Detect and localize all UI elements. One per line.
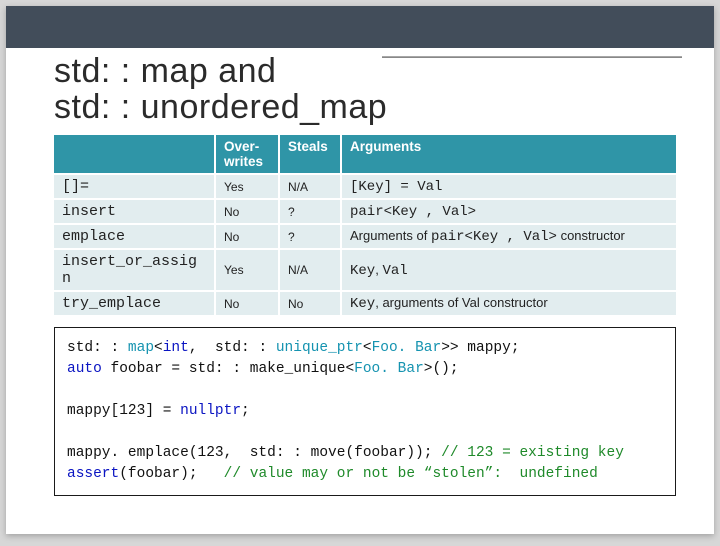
cell-op: insert_or_assig n: [54, 250, 214, 290]
col-args: Arguments: [342, 135, 676, 173]
cell-steals: N/A: [280, 175, 340, 198]
header-rule: [382, 56, 682, 58]
title-line-1: std: : map and: [54, 52, 276, 90]
cell-steals: No: [280, 292, 340, 315]
table-row: insertNo?pair<Key , Val>: [54, 200, 676, 223]
cell-op: emplace: [54, 225, 214, 248]
cell-args: Key, Val: [342, 250, 676, 290]
table-row: []=YesN/A [Key] = Val: [54, 175, 676, 198]
col-steals: Steals: [280, 135, 340, 173]
cell-op: insert: [54, 200, 214, 223]
table-row: insert_or_assig nYesN/AKey, Val: [54, 250, 676, 290]
cell-over: No: [216, 292, 278, 315]
table-row: emplaceNo?Arguments of pair<Key , Val> c…: [54, 225, 676, 248]
cell-args: Arguments of pair<Key , Val> constructor: [342, 225, 676, 248]
cell-op: try_emplace: [54, 292, 214, 315]
code-sample: std: : map<int, std: : unique_ptr<Foo. B…: [54, 327, 676, 496]
cell-args: pair<Key , Val>: [342, 200, 676, 223]
col-over: Over- writes: [216, 135, 278, 173]
title-line-2: std: : unordered_map: [54, 88, 387, 126]
cell-op: []=: [54, 175, 214, 198]
content-area: Over- writes Steals Arguments []=YesN/A …: [6, 133, 714, 496]
table-header-row: Over- writes Steals Arguments: [54, 135, 676, 173]
table-row: try_emplaceNoNoKey, arguments of Val con…: [54, 292, 676, 315]
comparison-table: Over- writes Steals Arguments []=YesN/A …: [52, 133, 678, 317]
cell-over: Yes: [216, 175, 278, 198]
header-bar: [6, 6, 714, 48]
cell-steals: ?: [280, 225, 340, 248]
cell-args: Key, arguments of Val constructor: [342, 292, 676, 315]
cell-steals: ?: [280, 200, 340, 223]
cell-over: No: [216, 225, 278, 248]
cell-steals: N/A: [280, 250, 340, 290]
cell-over: No: [216, 200, 278, 223]
slide: std: : map and std: : unordered_map Over…: [6, 6, 714, 534]
cell-args: [Key] = Val: [342, 175, 676, 198]
page-title: std: : map and std: : unordered_map: [6, 48, 714, 133]
col-op: [54, 135, 214, 173]
cell-over: Yes: [216, 250, 278, 290]
